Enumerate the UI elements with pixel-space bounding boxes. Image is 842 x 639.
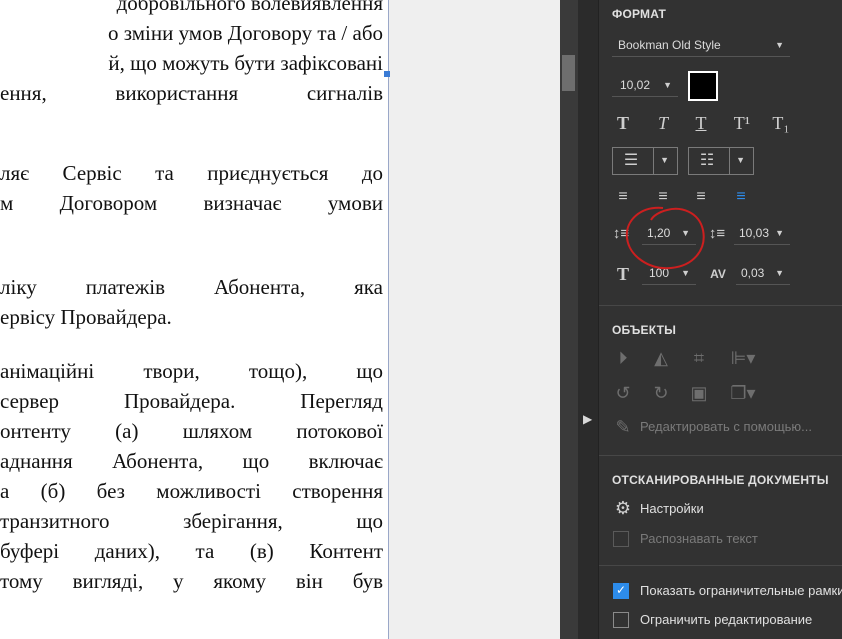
document-text-line[interactable]: а (б) без можливості створення: [0, 476, 383, 506]
font-family-value: Bookman Old Style: [618, 38, 721, 52]
superscript-icon[interactable]: T¹: [730, 112, 754, 134]
scanned-section-title: ОТСКАНИРОВАННЫЕ ДОКУМЕНТЫ: [612, 473, 829, 487]
numbered-list-icon: ☷: [699, 152, 715, 169]
chevron-down-icon: ▼: [775, 228, 784, 238]
restrict-edit-label[interactable]: Ограничить редактирование: [640, 612, 812, 627]
recognize-text-checkbox: [613, 531, 629, 547]
show-bounds-checkbox[interactable]: [613, 583, 629, 599]
objects-section-title: ОБЪЕКТЫ: [612, 323, 677, 337]
pencil-icon: ✎: [615, 417, 631, 437]
chevron-down-icon: ▼: [736, 155, 745, 165]
numbered-list-button[interactable]: ☷ ▼: [688, 147, 754, 175]
text-italic-icon[interactable]: T: [652, 112, 674, 134]
restrict-edit-checkbox[interactable]: [613, 612, 629, 628]
char-spacing-select[interactable]: 0,03 ▼: [736, 262, 790, 285]
bullet-list-icon: ☰: [623, 152, 639, 169]
char-spacing-value: 0,03: [741, 266, 765, 280]
format-section-title: ФОРМАТ: [612, 7, 667, 21]
document-text-line[interactable]: ервісу Провайдера.: [0, 302, 383, 332]
section-divider: [599, 305, 842, 306]
edit-with-label: Редактировать с помощью...: [640, 419, 813, 434]
document-text-line[interactable]: аднання Абонента, що включає: [0, 446, 383, 476]
scrollbar-thumb[interactable]: [562, 55, 575, 91]
document-text-line[interactable]: ення, використання сигналів: [0, 78, 383, 108]
chevron-down-icon: ▼: [660, 155, 669, 165]
document-text-line[interactable]: буфері даних), та (в) Контент: [0, 536, 383, 566]
chevron-down-icon: ▼: [775, 40, 784, 50]
font-size-value: 10,02: [620, 78, 651, 92]
paragraph-spacing-icon: ↕≡: [708, 225, 726, 242]
text-underline-icon[interactable]: T: [690, 112, 712, 134]
red-annotation-circle: [625, 206, 705, 270]
document-text-line[interactable]: ліку платежів Абонента, яка: [0, 272, 383, 302]
document-text-line[interactable]: анімаційні твори, тощо), що: [0, 356, 383, 386]
vertical-scrollbar[interactable]: [560, 0, 578, 639]
flip-vertical-icon: ◭: [654, 348, 668, 368]
document-area[interactable]: добровільного волевиявлення о зміни умов …: [0, 0, 560, 639]
selection-handle[interactable]: [384, 71, 390, 77]
font-size-select[interactable]: 10,02 ▼: [612, 74, 678, 97]
document-text-line[interactable]: добровільного волевиявлення: [0, 0, 383, 18]
recognize-text-label: Распознавать текст: [640, 531, 758, 546]
paragraph-spacing-select[interactable]: 10,03 ▼: [734, 222, 790, 245]
document-text-line[interactable]: м Договором визначає умови: [0, 188, 383, 218]
font-family-select[interactable]: Bookman Old Style ▼: [612, 34, 790, 57]
align-objects-icon: ⊫▾: [730, 348, 756, 368]
crop-icon: ⌗: [693, 348, 705, 368]
align-justify-icon[interactable]: ≡: [730, 186, 752, 208]
rotate-right-icon: ↻: [653, 383, 669, 403]
chevron-down-icon: ▼: [663, 80, 672, 90]
document-page[interactable]: добровільного волевиявлення о зміни умов …: [0, 0, 389, 639]
flip-horizontal-icon: ⏵: [618, 348, 628, 368]
arrange-icon: ❐▾: [730, 383, 756, 403]
section-divider: [599, 565, 842, 566]
replace-image-icon: ▣: [690, 383, 708, 403]
chevron-right-icon[interactable]: ▶: [583, 412, 592, 426]
text-bold-icon[interactable]: T: [612, 112, 634, 134]
document-text-line[interactable]: ляє Сервіс та приєднується до: [0, 158, 383, 188]
document-text-line[interactable]: сервер Провайдера. Перегляд: [0, 386, 383, 416]
document-text-line[interactable]: о зміни умов Договору та / або: [0, 18, 383, 48]
bullet-list-button[interactable]: ☰ ▼: [612, 147, 678, 175]
subscript-icon[interactable]: T₁: [769, 112, 793, 134]
document-text-line[interactable]: тому вигляді, у якому він був: [0, 566, 383, 596]
format-panel: ФОРМАТ Bookman Old Style ▼ 10,02 ▼ T T T…: [598, 0, 842, 639]
panel-collapse-bar[interactable]: [578, 0, 598, 639]
document-text-line[interactable]: транзитного зберігання, що: [0, 506, 383, 536]
char-spacing-icon: AV: [710, 267, 726, 281]
show-bounds-label[interactable]: Показать ограничительные рамки: [640, 583, 842, 598]
paragraph-spacing-value: 10,03: [739, 226, 770, 240]
chevron-down-icon: ▼: [775, 268, 784, 278]
rotate-left-icon: ↺: [615, 383, 631, 403]
document-text-line[interactable]: й, що можуть бути зафіксовані: [0, 48, 383, 78]
settings-link[interactable]: Настройки: [640, 501, 704, 516]
section-divider: [599, 455, 842, 456]
document-text-line[interactable]: онтенту (а) шляхом потокової: [0, 416, 383, 446]
gear-icon[interactable]: ⚙: [612, 497, 634, 519]
text-color-swatch[interactable]: [688, 71, 718, 101]
